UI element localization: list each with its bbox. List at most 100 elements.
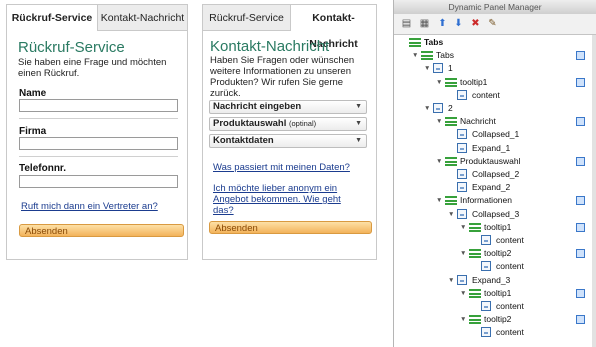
panel-state-icon: [457, 129, 467, 140]
tree-row[interactable]: ▼ Tabs: [394, 49, 596, 62]
panel-state-icon: [457, 142, 467, 153]
dropdown-label: Produktauswahl: [213, 118, 287, 129]
expand-arrow-icon[interactable]: ▼: [448, 208, 454, 221]
panel-state-icon: [457, 182, 467, 193]
chevron-down-icon: ▼: [355, 103, 362, 110]
tree-row-label: 1: [448, 63, 453, 74]
expand-arrow-icon[interactable]: ▼: [424, 102, 430, 115]
panel-title: Kontakt-Nachricht: [210, 38, 330, 55]
tree-row[interactable]: content: [394, 300, 596, 313]
dynamic-panel-manager: Dynamic Panel Manager ▤ ▦ ⬆ ⬇ ✖ ✎ Tabs ▼ T…: [393, 0, 596, 347]
tree-row[interactable]: Collapsed_1: [394, 128, 596, 141]
name-field[interactable]: [19, 99, 178, 112]
add-state-icon[interactable]: ▦: [418, 17, 431, 30]
panel-state-icon: [481, 327, 491, 338]
panel-tree: Tabs ▼ Tabs ▼ 1 ▼ tooltip1 content ▼ 2 ▼ Nachricht C…: [394, 35, 596, 347]
tab-kontakt-nachricht[interactable]: Kontakt-Nachricht: [291, 5, 376, 50]
tree-row[interactable]: Tabs: [394, 36, 596, 49]
visibility-toggle-icon[interactable]: [576, 156, 585, 166]
expand-arrow-icon[interactable]: ▼: [460, 287, 466, 300]
tree-row[interactable]: content: [394, 89, 596, 102]
move-up-icon[interactable]: ⬆: [436, 17, 449, 30]
product-dropdown[interactable]: Produktauswahl (optinal) ▼: [209, 117, 367, 131]
tree-row[interactable]: ▼ tooltip1: [394, 76, 596, 89]
dynamic-panel-icon: [469, 249, 481, 259]
dynamic-panel-icon: [445, 117, 457, 127]
tree-row[interactable]: ▼ tooltip1: [394, 221, 596, 234]
expand-arrow-icon[interactable]: ▼: [412, 49, 418, 62]
expand-arrow-icon[interactable]: ▼: [460, 313, 466, 326]
expand-arrow-icon[interactable]: ▼: [436, 155, 442, 168]
phone-field[interactable]: [19, 175, 178, 188]
panel-state-icon: [433, 103, 443, 113]
window-title: Dynamic Panel Manager: [394, 0, 596, 15]
tree-row[interactable]: ▼ 2: [394, 102, 596, 115]
dropdown-label: Kontaktdaten: [213, 135, 274, 146]
tree-row-label: content: [496, 235, 524, 245]
submit-button[interactable]: Absenden: [209, 221, 372, 234]
tree-row-label: content: [496, 261, 524, 272]
tab-rueckruf-service[interactable]: Rückruf-Service: [203, 5, 291, 31]
expand-arrow-icon[interactable]: ▼: [460, 221, 466, 234]
tree-row[interactable]: Expand_2: [394, 181, 596, 194]
message-dropdown[interactable]: Nachricht eingeben ▼: [209, 100, 367, 114]
move-down-icon[interactable]: ⬇: [452, 17, 465, 30]
tree-row[interactable]: ▼ Nachricht: [394, 115, 596, 128]
expand-arrow-icon[interactable]: ▼: [448, 274, 454, 287]
tree-row[interactable]: ▼ tooltip1: [394, 287, 596, 300]
tree-row-label: Collapsed_2: [472, 169, 520, 179]
tree-row[interactable]: ▼ tooltip2: [394, 313, 596, 326]
contact-data-dropdown[interactable]: Kontaktdaten ▼: [209, 134, 367, 148]
visibility-toggle-icon[interactable]: [576, 288, 585, 298]
tree-row[interactable]: ▼ Informationen: [394, 194, 596, 207]
expand-arrow-icon[interactable]: ▼: [436, 115, 442, 128]
tree-row[interactable]: ▼ tooltip2: [394, 247, 596, 260]
tree-row-label: Produktauswahl: [460, 155, 521, 166]
panel-title: Rückruf-Service: [18, 39, 125, 56]
expand-arrow-icon[interactable]: ▼: [436, 76, 442, 89]
divider: [19, 156, 178, 157]
visibility-toggle-icon[interactable]: [576, 117, 585, 127]
visibility-toggle-icon[interactable]: [576, 222, 585, 232]
representative-link[interactable]: Ruft mich dann ein Vertreter an?: [21, 201, 158, 212]
name-label: Name: [19, 88, 47, 99]
tree-row-label: content: [496, 327, 524, 338]
tree-row[interactable]: ▼ Expand_3: [394, 274, 596, 287]
tab-rueckruf-service[interactable]: Rückruf-Service: [7, 5, 98, 31]
visibility-toggle-icon[interactable]: [576, 77, 585, 87]
expand-arrow-icon[interactable]: ▼: [460, 247, 466, 260]
tree-row[interactable]: ▼ 1: [394, 62, 596, 75]
tree-row[interactable]: content: [394, 234, 596, 247]
divider: [19, 118, 178, 119]
anonymous-offer-link[interactable]: Ich möchte lieber anonym ein Angebot bek…: [213, 183, 363, 216]
visibility-toggle-icon[interactable]: [576, 315, 585, 325]
submit-button[interactable]: Absenden: [19, 224, 184, 237]
tree-row[interactable]: content: [394, 260, 596, 273]
chevron-down-icon: ▼: [355, 137, 362, 144]
tree-row[interactable]: Collapsed_2: [394, 168, 596, 181]
tree-row[interactable]: ▼ Collapsed_3: [394, 208, 596, 221]
tree-row[interactable]: Expand_1: [394, 142, 596, 155]
tree-row-label: Expand_1: [472, 142, 511, 153]
delete-icon[interactable]: ✖: [469, 17, 482, 30]
privacy-link[interactable]: Was passiert mit meinen Daten?: [213, 162, 350, 173]
contact-panel-tabs: Rückruf-Service Kontakt-Nachricht: [203, 5, 376, 50]
firma-field[interactable]: [19, 137, 178, 150]
dynamic-panel-icon: [469, 315, 481, 325]
tree-row-label: tooltip2: [484, 248, 512, 259]
expand-arrow-icon[interactable]: ▼: [424, 62, 430, 75]
visibility-toggle-icon[interactable]: [576, 51, 585, 61]
tab-kontakt-nachricht[interactable]: Kontakt-Nachricht: [98, 5, 187, 31]
add-panel-icon[interactable]: ▤: [400, 17, 413, 30]
visibility-toggle-icon[interactable]: [576, 196, 585, 206]
callback-panel-tabs: Rückruf-Service Kontakt-Nachricht: [7, 5, 187, 31]
tree-row[interactable]: content: [394, 326, 596, 339]
edit-icon[interactable]: ✎: [486, 17, 499, 30]
expand-arrow-icon[interactable]: ▼: [436, 194, 442, 207]
dropdown-label: Nachricht eingeben: [213, 101, 302, 112]
tree-row-label: content: [472, 89, 500, 100]
tree-row-label: content: [496, 301, 524, 311]
dynamic-panel-icon: [469, 222, 481, 232]
visibility-toggle-icon[interactable]: [576, 249, 585, 259]
tree-row[interactable]: ▼ Produktauswahl: [394, 155, 596, 168]
